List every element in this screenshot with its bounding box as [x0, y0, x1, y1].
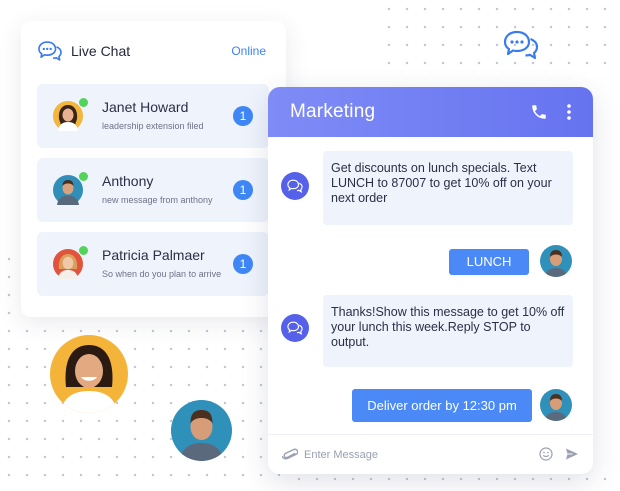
contact-last-message: So when do you plan to arrive	[102, 269, 222, 279]
contact-name: Janet Howard	[102, 99, 189, 115]
avatar	[53, 101, 83, 131]
contact-item-janet-howard[interactable]: Janet Howard leadership extension filed …	[37, 84, 269, 148]
avatar	[53, 249, 83, 279]
paperclip-icon[interactable]	[282, 446, 298, 464]
chat-window: Marketing Get discounts on lunch special…	[268, 87, 593, 474]
message-bubble-incoming: Thanks!Show this message to get 10% off …	[323, 295, 573, 367]
chat-header: Marketing	[268, 87, 593, 137]
chat-bubbles-icon	[287, 321, 303, 335]
contact-name: Patricia Palmaer	[102, 247, 205, 263]
contact-item-anthony[interactable]: Anthony new message from anthony 1	[37, 158, 269, 222]
live-chat-panel: Live Chat Online Janet Howard leadership…	[21, 21, 286, 317]
message-bubble-incoming: Get discounts on lunch specials. Text LU…	[323, 151, 573, 225]
contact-name: Anthony	[102, 173, 154, 189]
more-vertical-icon[interactable]	[565, 103, 573, 121]
send-icon[interactable]	[565, 447, 579, 461]
avatar	[50, 335, 128, 413]
phone-icon[interactable]	[530, 103, 548, 121]
online-indicator	[79, 172, 88, 181]
chat-bubbles-icon	[38, 41, 62, 61]
message-input-bar	[268, 434, 593, 474]
avatar	[540, 245, 572, 277]
unread-badge: 1	[233, 106, 253, 126]
unread-badge: 1	[233, 180, 253, 200]
message-input[interactable]	[304, 443, 524, 467]
online-indicator	[79, 98, 88, 107]
avatar	[540, 389, 572, 421]
online-status: Online	[231, 44, 266, 58]
chat-bubbles-icon	[287, 179, 303, 193]
live-chat-title: Live Chat	[71, 43, 131, 59]
contact-last-message: leadership extension filed	[102, 121, 204, 131]
bot-avatar	[281, 314, 309, 342]
smiley-icon[interactable]	[539, 447, 553, 461]
unread-badge: 1	[233, 254, 253, 274]
contact-last-message: new message from anthony	[102, 195, 213, 205]
live-chat-header: Live Chat Online	[37, 37, 266, 65]
decorative-dots	[380, 0, 620, 80]
bot-avatar	[281, 172, 309, 200]
chat-bubbles-icon	[503, 30, 539, 60]
message-bubble-outgoing: LUNCH	[449, 249, 529, 275]
chat-title: Marketing	[290, 101, 376, 122]
message-bubble-outgoing: Deliver order by 12:30 pm	[352, 389, 532, 422]
avatar	[53, 175, 83, 205]
contact-item-patricia-palmaer[interactable]: Patricia Palmaer So when do you plan to …	[37, 232, 269, 296]
avatar	[171, 400, 232, 461]
online-indicator	[79, 246, 88, 255]
